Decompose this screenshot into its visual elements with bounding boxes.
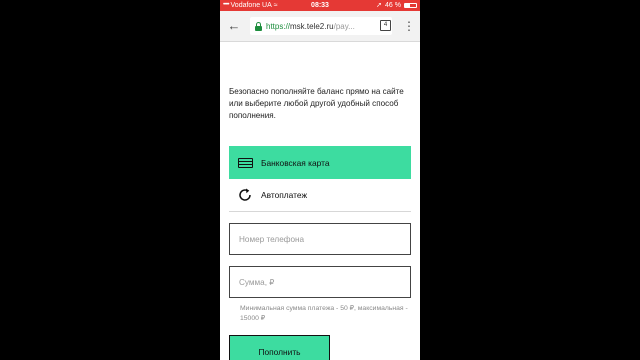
intro-text: Безопасно пополняйте баланс прямо на сай… [229, 87, 404, 120]
address-bar[interactable]: https:// msk.tele2.ru /pay... [250, 17, 392, 35]
method-bank-card[interactable]: Банковская карта [229, 146, 411, 179]
battery-percent: 46 % [385, 2, 401, 9]
lock-icon [254, 21, 263, 31]
amount-input[interactable] [229, 266, 411, 298]
url-path: /pay... [333, 21, 355, 31]
method-label: Банковская карта [261, 157, 330, 168]
phone-screen: ••••• Vodafone UA ≈ 08:33 ➚ 46 % ← https… [220, 0, 420, 360]
more-menu-icon[interactable]: ⋮ [403, 18, 415, 34]
tab-switcher-button[interactable]: 4 [380, 20, 391, 31]
phone-number-input[interactable] [229, 223, 411, 255]
method-icon-wrap [229, 187, 261, 203]
method-icon-wrap [229, 157, 261, 168]
credit-card-icon [237, 157, 253, 168]
browser-toolbar: ← https:// msk.tele2.ru /pay... 4 ⋮ [220, 11, 420, 42]
status-bar: ••••• Vodafone UA ≈ 08:33 ➚ 46 % [220, 0, 420, 11]
method-label: Автоплатеж [261, 190, 308, 200]
back-arrow-icon[interactable]: ← [226, 18, 242, 34]
status-bar-right: ➚ 46 % [376, 0, 417, 11]
refresh-icon [239, 188, 251, 201]
top-up-button[interactable]: Пополнить [229, 335, 330, 360]
battery-icon [404, 3, 417, 8]
method-autopay[interactable]: Автоплатеж [229, 179, 411, 212]
url-scheme: https:// [266, 21, 291, 31]
location-icon: ➚ [376, 2, 383, 9]
url-host: msk.tele2.ru [290, 21, 334, 31]
amount-hint: Минимальная сумма платежа - 50 ₽, максим… [240, 305, 408, 322]
